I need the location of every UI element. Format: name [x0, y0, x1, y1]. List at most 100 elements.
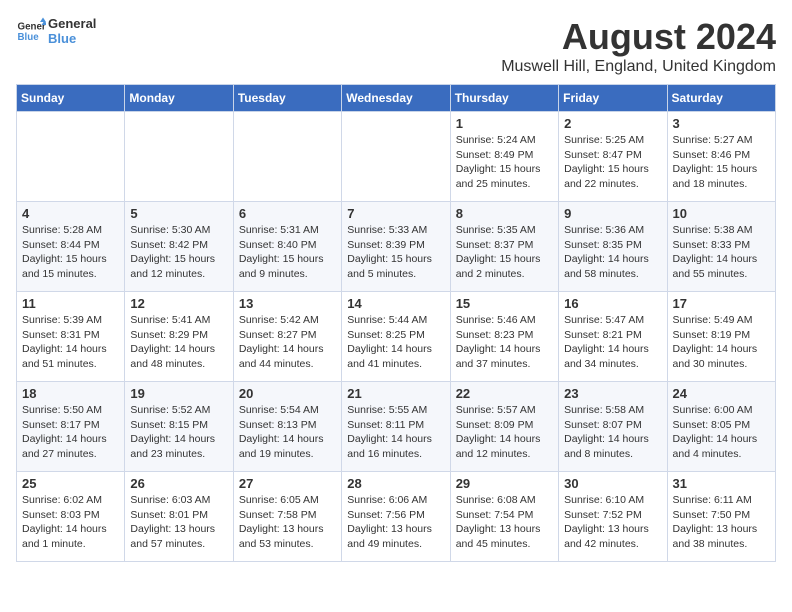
day-number: 23 [564, 386, 661, 401]
calendar-cell: 18 Sunrise: 5:50 AM Sunset: 8:17 PM Dayli… [17, 382, 125, 472]
day-number: 20 [239, 386, 336, 401]
cell-info: Sunrise: 6:10 AM Sunset: 7:52 PM Dayligh… [564, 493, 661, 552]
day-number: 8 [456, 206, 553, 221]
cell-info: Sunrise: 5:31 AM Sunset: 8:40 PM Dayligh… [239, 223, 336, 282]
cell-info: Sunrise: 5:35 AM Sunset: 8:37 PM Dayligh… [456, 223, 553, 282]
day-number: 16 [564, 296, 661, 311]
cell-info: Sunrise: 5:39 AM Sunset: 8:31 PM Dayligh… [22, 313, 119, 372]
cell-info: Sunrise: 6:06 AM Sunset: 7:56 PM Dayligh… [347, 493, 444, 552]
cell-info: Sunrise: 6:11 AM Sunset: 7:50 PM Dayligh… [673, 493, 770, 552]
header-cell-monday: Monday [125, 85, 233, 112]
calendar-cell: 10 Sunrise: 5:38 AM Sunset: 8:33 PM Dayli… [667, 202, 775, 292]
day-number: 28 [347, 476, 444, 491]
calendar-cell: 17 Sunrise: 5:49 AM Sunset: 8:19 PM Dayli… [667, 292, 775, 382]
header-cell-wednesday: Wednesday [342, 85, 450, 112]
week-row-4: 18 Sunrise: 5:50 AM Sunset: 8:17 PM Dayli… [17, 382, 776, 472]
week-row-5: 25 Sunrise: 6:02 AM Sunset: 8:03 PM Dayli… [17, 472, 776, 562]
day-number: 19 [130, 386, 227, 401]
calendar-cell: 4 Sunrise: 5:28 AM Sunset: 8:44 PM Daylig… [17, 202, 125, 292]
day-number: 27 [239, 476, 336, 491]
cell-info: Sunrise: 5:47 AM Sunset: 8:21 PM Dayligh… [564, 313, 661, 372]
header-cell-thursday: Thursday [450, 85, 558, 112]
day-number: 15 [456, 296, 553, 311]
subtitle: Muswell Hill, England, United Kingdom [501, 58, 776, 76]
cell-info: Sunrise: 5:30 AM Sunset: 8:42 PM Dayligh… [130, 223, 227, 282]
header-row: SundayMondayTuesdayWednesdayThursdayFrid… [17, 85, 776, 112]
calendar-cell: 28 Sunrise: 6:06 AM Sunset: 7:56 PM Dayli… [342, 472, 450, 562]
calendar-cell: 14 Sunrise: 5:44 AM Sunset: 8:25 PM Dayli… [342, 292, 450, 382]
calendar-cell: 11 Sunrise: 5:39 AM Sunset: 8:31 PM Dayli… [17, 292, 125, 382]
calendar-cell: 13Sunrise: 5:42 AM Sunset: 8:27 PM Dayli… [233, 292, 341, 382]
calendar-cell: 3Sunrise: 5:27 AM Sunset: 8:46 PM Daylig… [667, 112, 775, 202]
header-cell-saturday: Saturday [667, 85, 775, 112]
calendar-cell: 6Sunrise: 5:31 AM Sunset: 8:40 PM Daylig… [233, 202, 341, 292]
calendar-cell: 7Sunrise: 5:33 AM Sunset: 8:39 PM Daylig… [342, 202, 450, 292]
calendar-cell: 25 Sunrise: 6:02 AM Sunset: 8:03 PM Dayli… [17, 472, 125, 562]
day-number: 29 [456, 476, 553, 491]
day-number: 2 [564, 116, 661, 131]
day-number: 21 [347, 386, 444, 401]
day-number: 11 [22, 296, 119, 311]
cell-info: Sunrise: 5:36 AM Sunset: 8:35 PM Dayligh… [564, 223, 661, 282]
calendar-cell: 21 Sunrise: 5:55 AM Sunset: 8:11 PM Dayli… [342, 382, 450, 472]
cell-info: Sunrise: 5:28 AM Sunset: 8:44 PM Dayligh… [22, 223, 119, 282]
svg-text:Blue: Blue [18, 32, 40, 43]
calendar-cell: 12 Sunrise: 5:41 AM Sunset: 8:29 PM Dayli… [125, 292, 233, 382]
week-row-2: 4 Sunrise: 5:28 AM Sunset: 8:44 PM Daylig… [17, 202, 776, 292]
day-number: 9 [564, 206, 661, 221]
calendar-cell: 2 Sunrise: 5:25 AM Sunset: 8:47 PM Daylig… [559, 112, 667, 202]
cell-info: Sunrise: 5:27 AM Sunset: 8:46 PM Dayligh… [673, 133, 770, 192]
day-number: 4 [22, 206, 119, 221]
cell-info: Sunrise: 5:44 AM Sunset: 8:25 PM Dayligh… [347, 313, 444, 372]
cell-info: Sunrise: 5:55 AM Sunset: 8:11 PM Dayligh… [347, 403, 444, 462]
calendar-cell: 24Sunrise: 6:00 AM Sunset: 8:05 PM Dayli… [667, 382, 775, 472]
day-number: 7 [347, 206, 444, 221]
cell-info: Sunrise: 5:50 AM Sunset: 8:17 PM Dayligh… [22, 403, 119, 462]
calendar-cell: 5 Sunrise: 5:30 AM Sunset: 8:42 PM Daylig… [125, 202, 233, 292]
logo-general-text: General [48, 16, 96, 31]
calendar-cell: 31Sunrise: 6:11 AM Sunset: 7:50 PM Dayli… [667, 472, 775, 562]
cell-info: Sunrise: 5:46 AM Sunset: 8:23 PM Dayligh… [456, 313, 553, 372]
cell-info: Sunrise: 6:02 AM Sunset: 8:03 PM Dayligh… [22, 493, 119, 552]
day-number: 18 [22, 386, 119, 401]
day-number: 10 [673, 206, 770, 221]
cell-info: Sunrise: 6:00 AM Sunset: 8:05 PM Dayligh… [673, 403, 770, 462]
day-number: 17 [673, 296, 770, 311]
cell-info: Sunrise: 5:42 AM Sunset: 8:27 PM Dayligh… [239, 313, 336, 372]
calendar-cell: 23 Sunrise: 5:58 AM Sunset: 8:07 PM Dayli… [559, 382, 667, 472]
calendar-table: SundayMondayTuesdayWednesdayThursdayFrid… [16, 84, 776, 562]
day-number: 25 [22, 476, 119, 491]
day-number: 14 [347, 296, 444, 311]
cell-info: Sunrise: 5:58 AM Sunset: 8:07 PM Dayligh… [564, 403, 661, 462]
calendar-cell: 15 Sunrise: 5:46 AM Sunset: 8:23 PM Dayli… [450, 292, 558, 382]
svg-text:General: General [18, 22, 47, 33]
cell-info: Sunrise: 5:57 AM Sunset: 8:09 PM Dayligh… [456, 403, 553, 462]
calendar-cell: 22 Sunrise: 5:57 AM Sunset: 8:09 PM Dayli… [450, 382, 558, 472]
cell-info: Sunrise: 6:05 AM Sunset: 7:58 PM Dayligh… [239, 493, 336, 552]
calendar-cell: 8 Sunrise: 5:35 AM Sunset: 8:37 PM Daylig… [450, 202, 558, 292]
calendar-cell [17, 112, 125, 202]
calendar-cell: 27 Sunrise: 6:05 AM Sunset: 7:58 PM Dayli… [233, 472, 341, 562]
header-cell-tuesday: Tuesday [233, 85, 341, 112]
cell-info: Sunrise: 5:54 AM Sunset: 8:13 PM Dayligh… [239, 403, 336, 462]
cell-info: Sunrise: 6:08 AM Sunset: 7:54 PM Dayligh… [456, 493, 553, 552]
week-row-1: 1Sunrise: 5:24 AM Sunset: 8:49 PM Daylig… [17, 112, 776, 202]
calendar-cell: 1Sunrise: 5:24 AM Sunset: 8:49 PM Daylig… [450, 112, 558, 202]
cell-info: Sunrise: 5:25 AM Sunset: 8:47 PM Dayligh… [564, 133, 661, 192]
cell-info: Sunrise: 5:24 AM Sunset: 8:49 PM Dayligh… [456, 133, 553, 192]
calendar-cell: 16 Sunrise: 5:47 AM Sunset: 8:21 PM Dayli… [559, 292, 667, 382]
calendar-cell [125, 112, 233, 202]
cell-info: Sunrise: 5:49 AM Sunset: 8:19 PM Dayligh… [673, 313, 770, 372]
cell-info: Sunrise: 5:38 AM Sunset: 8:33 PM Dayligh… [673, 223, 770, 282]
header-cell-sunday: Sunday [17, 85, 125, 112]
calendar-cell [233, 112, 341, 202]
day-number: 12 [130, 296, 227, 311]
day-number: 26 [130, 476, 227, 491]
cell-info: Sunrise: 5:41 AM Sunset: 8:29 PM Dayligh… [130, 313, 227, 372]
day-number: 5 [130, 206, 227, 221]
day-number: 22 [456, 386, 553, 401]
title-block: August 2024 Muswell Hill, England, Unite… [501, 16, 776, 76]
cell-info: Sunrise: 6:03 AM Sunset: 8:01 PM Dayligh… [130, 493, 227, 552]
cell-info: Sunrise: 5:52 AM Sunset: 8:15 PM Dayligh… [130, 403, 227, 462]
calendar-cell: 29 Sunrise: 6:08 AM Sunset: 7:54 PM Dayli… [450, 472, 558, 562]
